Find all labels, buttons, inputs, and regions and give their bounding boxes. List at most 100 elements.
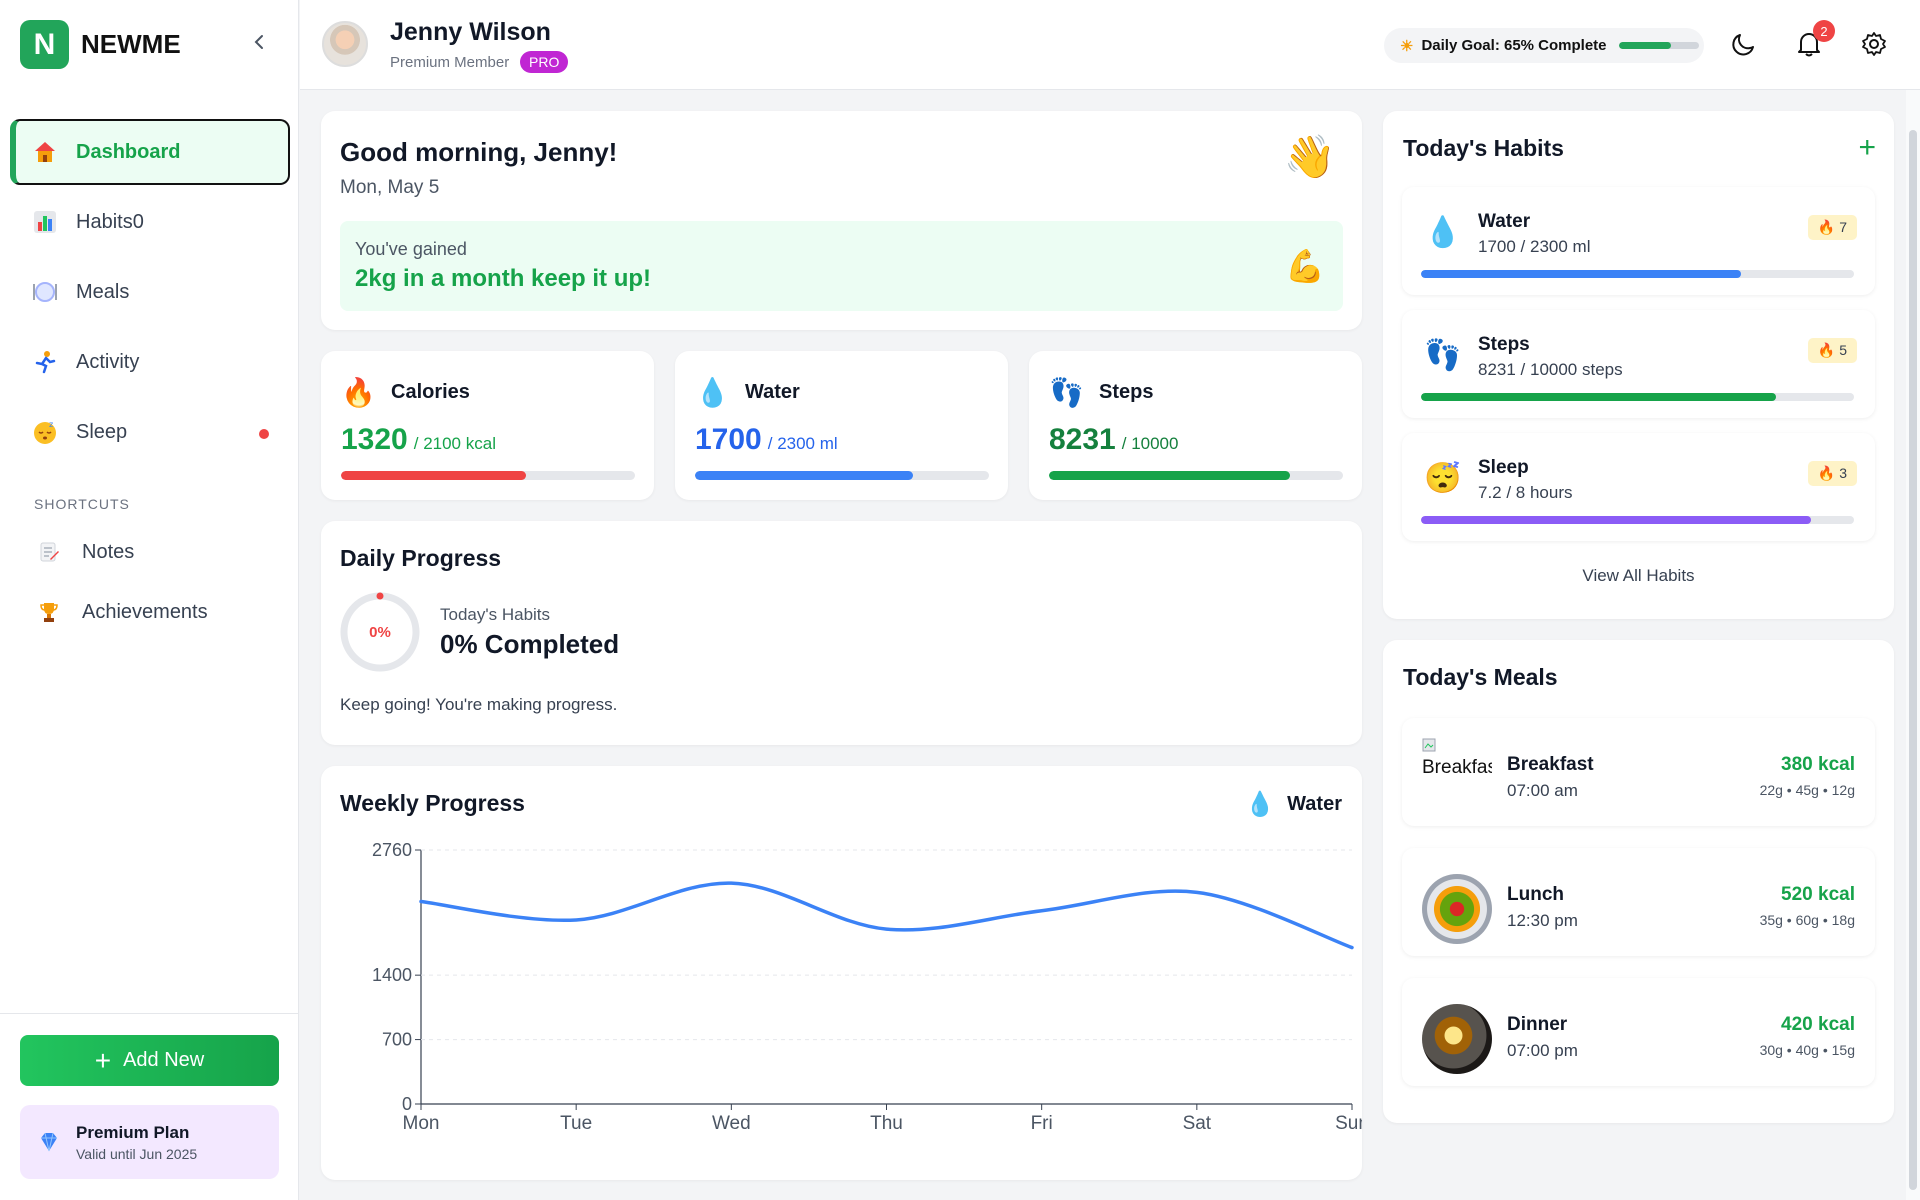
plan-subtitle: Valid until Jun 2025 <box>76 1145 198 1162</box>
scrollbar-thumb[interactable] <box>1909 130 1917 1190</box>
daily-goal-pill: ☀ Daily Goal: 65% Complete <box>1384 28 1704 63</box>
page-scrollbar[interactable] <box>1906 90 1920 1200</box>
flexed-biceps-icon: 💪 <box>1285 248 1325 284</box>
shortcut-achievements[interactable]: Achievements <box>10 582 290 642</box>
x-tick-label: Tue <box>560 1113 592 1134</box>
stat-progress-fill <box>695 471 913 480</box>
stat-value: 1700 / 2300 ml <box>695 423 838 457</box>
stat-number: 1320 <box>341 423 408 456</box>
greeting-title: Good morning, Jenny! <box>340 137 618 167</box>
todays-habits-card: Today's Habits + 💧 Water 1700 / 2300 ml … <box>1383 111 1894 619</box>
nav-label: Activity <box>76 350 140 373</box>
daily-goal-fill <box>1618 42 1671 49</box>
meal-calories: 380 kcal <box>1781 754 1855 775</box>
habit-progress-bar <box>1421 393 1854 401</box>
stat-card-water[interactable]: 💧 Water 1700 / 2300 ml <box>675 351 1008 500</box>
brand[interactable]: N NEWME <box>20 20 181 69</box>
weight-gain-banner: You've gained 2kg in a month keep it up!… <box>340 221 1343 311</box>
collapse-sidebar-button[interactable] <box>250 32 270 56</box>
daily-progress-card: Daily Progress 0% Today's Habits 0% Comp… <box>321 521 1362 745</box>
y-tick-label: 1400 <box>372 965 412 985</box>
shortcut-label: Notes <box>82 540 135 563</box>
premium-plan-card[interactable]: Premium Plan Valid until Jun 2025 <box>20 1105 279 1179</box>
daily-goal-bar <box>1618 42 1699 49</box>
add-new-label: Add New <box>123 1049 205 1071</box>
sun-icon: ☀ <box>1400 37 1414 55</box>
habit-progress-bar <box>1421 270 1854 278</box>
note-icon <box>38 541 60 563</box>
habit-item-steps[interactable]: 👣 Steps 8231 / 10000 steps 🔥 5 <box>1402 310 1875 418</box>
house-icon <box>32 139 58 165</box>
meal-image-alt: Breakfast <box>1422 757 1492 778</box>
notification-count: 2 <box>1813 20 1835 42</box>
meal-name: Breakfast <box>1507 754 1594 775</box>
series-line-water <box>419 881 1354 950</box>
stat-card-steps[interactable]: 👣 Steps 8231 / 10000 <box>1029 351 1362 500</box>
habit-progress-fill <box>1421 270 1742 278</box>
meal-item-breakfast[interactable]: Breakfast Breakfast 07:00 am 380 kcal 22… <box>1402 718 1875 826</box>
stat-unit: / 2300 ml <box>767 434 838 453</box>
y-tick-label: 0 <box>402 1094 412 1114</box>
avatar[interactable] <box>322 21 368 67</box>
meal-macros: 30g • 40g • 15g <box>1759 1042 1855 1058</box>
habit-item-sleep[interactable]: 😴 Sleep 7.2 / 8 hours 🔥 3 <box>1402 433 1875 541</box>
stat-name: Water <box>745 381 800 403</box>
habit-value: 7.2 / 8 hours <box>1478 483 1573 502</box>
streak-count: 3 <box>1839 465 1847 481</box>
shortcut-label: Achievements <box>82 600 208 623</box>
meal-item-dinner[interactable]: Dinner 07:00 pm 420 kcal 30g • 40g • 15g <box>1402 978 1875 1086</box>
nav-item-habits[interactable]: Habits0 <box>10 189 290 255</box>
logo: N <box>20 20 69 69</box>
habit-streak: 🔥 7 <box>1807 215 1857 240</box>
dark-mode-toggle[interactable] <box>1728 28 1760 60</box>
metric-selector[interactable]: 💧 Water <box>1245 790 1342 819</box>
habit-progress-fill <box>1421 516 1811 524</box>
habit-value: 1700 / 2300 ml <box>1478 237 1591 256</box>
view-all-habits-link[interactable]: View All Habits <box>1383 566 1894 586</box>
y-tick-label: 2760 <box>372 840 412 860</box>
stat-card-calories[interactable]: 🔥 Calories 1320 / 2100 kcal <box>321 351 654 500</box>
notifications-button[interactable]: 2 <box>1793 20 1835 60</box>
droplet-icon: 💧 <box>1245 791 1276 818</box>
progress-ring: 0% <box>339 591 421 673</box>
meal-item-lunch[interactable]: Lunch 12:30 pm 520 kcal 35g • 60g • 18g <box>1402 848 1875 956</box>
daily-goal-text: Daily Goal: 65% Complete <box>1421 37 1607 54</box>
settings-button[interactable] <box>1858 28 1890 60</box>
trophy-icon <box>38 601 60 623</box>
stat-progress-bar <box>1049 471 1343 480</box>
shortcut-notes[interactable]: Notes <box>10 522 290 582</box>
plus-icon: + <box>94 1044 112 1076</box>
droplet-icon: 💧 <box>695 377 730 408</box>
habit-streak: 🔥 5 <box>1807 338 1857 363</box>
notification-dot <box>259 429 269 439</box>
meal-time: 07:00 am <box>1507 781 1578 800</box>
meal-calories: 420 kcal <box>1781 1014 1855 1035</box>
nav-item-sleep[interactable]: z Sleep <box>10 399 290 465</box>
meal-time: 07:00 pm <box>1507 1041 1578 1060</box>
habit-item-water[interactable]: 💧 Water 1700 / 2300 ml 🔥 7 <box>1402 187 1875 295</box>
stat-progress-bar <box>695 471 989 480</box>
shortcuts-heading: SHORTCUTS <box>34 496 130 512</box>
sleeping-face-icon: z <box>32 419 58 445</box>
x-tick-label: Fri <box>1031 1113 1053 1134</box>
shortcuts-list: Notes Achievements <box>10 522 290 642</box>
nav-item-meals[interactable]: Meals <box>10 259 290 325</box>
top-header: Jenny Wilson Premium Member PRO ☀ Daily … <box>300 0 1920 90</box>
add-new-button[interactable]: + Add New <box>20 1035 279 1086</box>
nav-item-activity[interactable]: Activity <box>10 329 290 395</box>
nav-item-dashboard[interactable]: Dashboard <box>10 119 290 185</box>
user-role: Premium Member <box>390 54 510 71</box>
stat-value: 8231 / 10000 <box>1049 423 1178 457</box>
svg-text:z: z <box>49 420 53 429</box>
metric-selector-label: Water <box>1287 793 1342 815</box>
habit-streak: 🔥 3 <box>1807 461 1857 486</box>
footprints-icon: 👣 <box>1049 377 1084 408</box>
todays-meals-card: Today's Meals Breakfast Breakfast 07:00 … <box>1383 640 1894 1123</box>
stat-progress-bar <box>341 471 635 480</box>
add-habit-button[interactable]: + <box>1858 131 1876 165</box>
pro-badge: PRO <box>520 51 569 73</box>
habit-progress-bar <box>1421 516 1854 524</box>
stat-name: Calories <box>391 381 470 403</box>
weekly-chart: 0 700 1400 2760 Mon Tue Wed Thu Fri Sat Sun <box>372 840 1362 1134</box>
meal-macros: 22g • 45g • 12g <box>1759 782 1855 798</box>
